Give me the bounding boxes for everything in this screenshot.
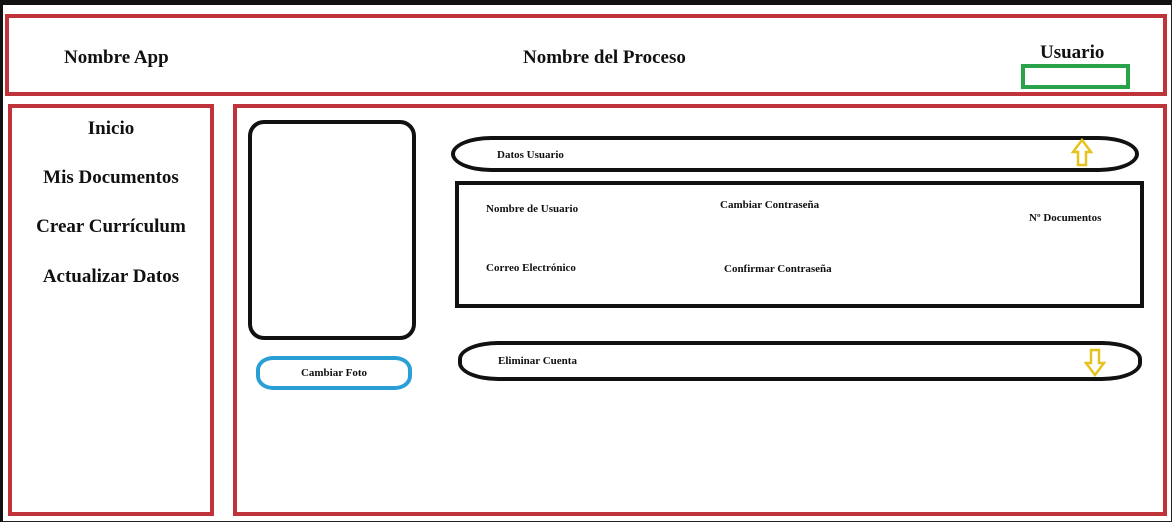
change-photo-button[interactable]: Cambiar Foto [256,356,412,390]
user-data-label: Datos Usuario [497,149,564,161]
email-label: Correo Electrónico [486,262,576,274]
change-photo-label: Cambiar Foto [300,367,368,379]
confirm-password-label: Confirmar Contraseña [724,263,832,275]
profile-photo [248,120,416,340]
sidebar-item-actualizar-datos[interactable]: Actualizar Datos [8,266,214,288]
app-name: Nombre App [64,47,169,68]
delete-account-label: Eliminar Cuenta [498,355,577,367]
sidebar-item-crear-curriculum[interactable]: Crear Currículum [8,216,214,238]
arrow-up-icon[interactable] [1071,138,1093,168]
documents-count-label: Nº Documentos [1029,212,1102,224]
sidebar-item-mis-documentos[interactable]: Mis Documentos [8,167,214,189]
user-name-box[interactable] [1021,64,1130,89]
user-label: Usuario [1040,42,1105,63]
process-name: Nombre del Proceso [523,47,686,68]
sidebar-region [8,104,214,516]
change-password-label: Cambiar Contraseña [720,199,820,211]
username-label: Nombre de Usuario [486,203,579,215]
arrow-down-icon[interactable] [1084,347,1106,377]
sidebar-item-inicio[interactable]: Inicio [8,118,214,140]
